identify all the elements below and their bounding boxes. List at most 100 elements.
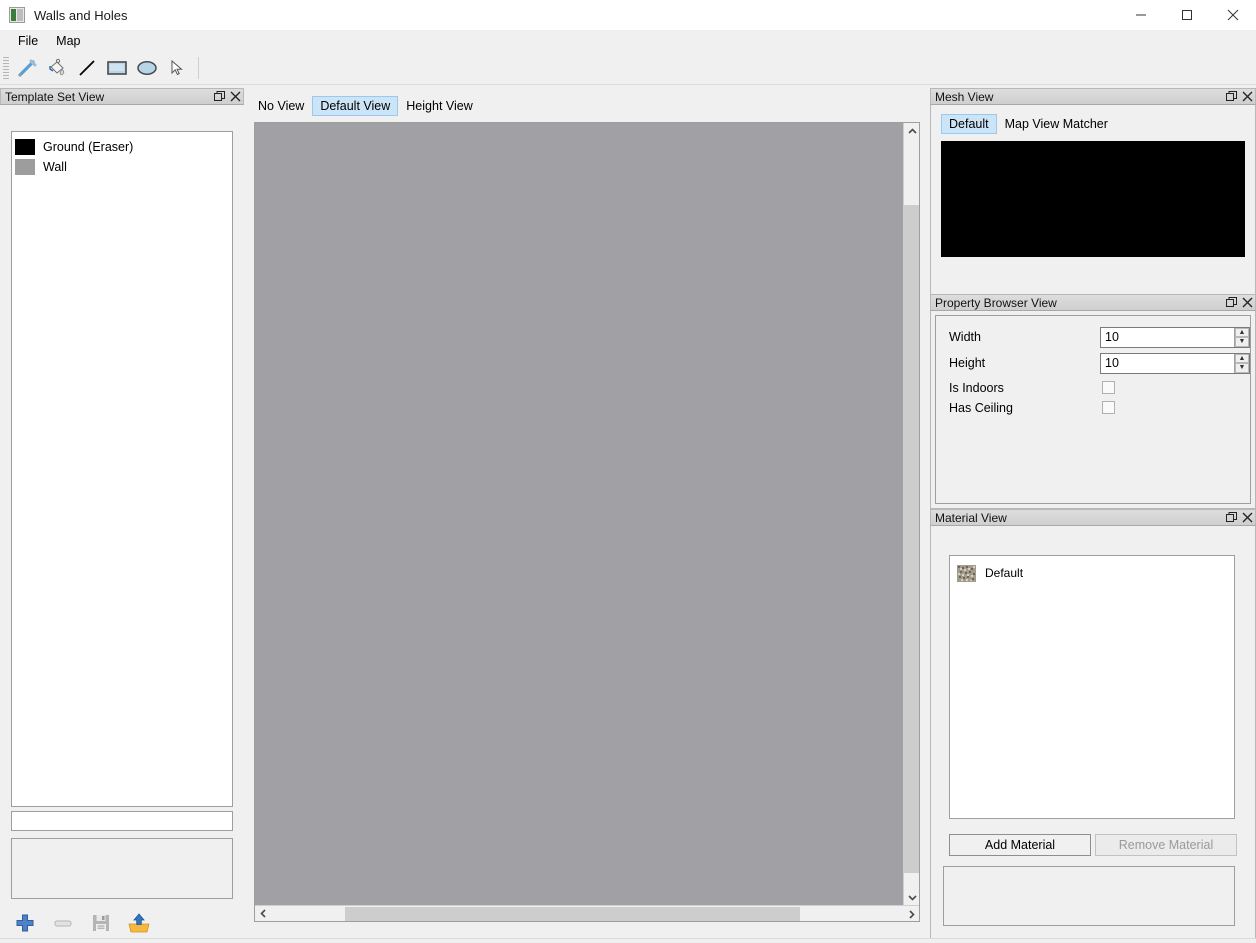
width-spinbox[interactable]: 10 ▲ ▼	[1100, 326, 1250, 348]
remove-material-button: Remove Material	[1095, 834, 1237, 856]
close-icon[interactable]	[1239, 89, 1255, 104]
add-material-button[interactable]: Add Material	[949, 834, 1091, 856]
spinner-down-icon[interactable]: ▼	[1235, 363, 1249, 373]
chevron-down-icon[interactable]	[904, 889, 920, 905]
list-item-label: Wall	[43, 160, 67, 174]
vertical-scrollbar[interactable]	[903, 123, 919, 905]
mesh-view-header: Mesh View	[930, 88, 1256, 105]
close-icon[interactable]	[1239, 295, 1255, 310]
window-title: Walls and Holes	[34, 7, 128, 23]
horizontal-scrollbar-thumb[interactable]	[345, 907, 800, 921]
property-label-has-ceiling: Has Ceiling	[949, 401, 1013, 415]
template-name-input[interactable]	[11, 811, 233, 831]
material-button-row: Add Material Remove Material	[949, 834, 1237, 856]
toolbar-separator	[198, 57, 199, 79]
minus-icon[interactable]	[49, 910, 77, 936]
ellipse-icon[interactable]	[132, 54, 162, 82]
toolbar-grip[interactable]	[3, 57, 9, 79]
material-list[interactable]: Default	[949, 555, 1235, 819]
table-row: Height 10 ▲ ▼	[936, 352, 1252, 374]
map-canvas[interactable]	[255, 123, 903, 905]
template-list[interactable]: Ground (Eraser) Wall	[11, 131, 233, 807]
property-label-height: Height	[949, 356, 986, 370]
map-canvas-container	[254, 122, 920, 922]
list-item-label: Default	[985, 566, 1024, 580]
close-icon[interactable]	[1210, 0, 1256, 30]
paint-bucket-icon[interactable]	[42, 54, 72, 82]
mesh-viewport[interactable]	[941, 141, 1245, 257]
material-view-header: Material View	[930, 509, 1256, 526]
maximize-icon[interactable]	[1164, 0, 1210, 30]
minimize-icon[interactable]	[1118, 0, 1164, 30]
list-item[interactable]: Default	[950, 556, 1234, 584]
menu-bar: File Map	[0, 30, 1256, 52]
line-icon[interactable]	[72, 54, 102, 82]
spinner-buttons[interactable]: ▲ ▼	[1234, 353, 1249, 373]
spinner-buttons[interactable]: ▲ ▼	[1234, 327, 1249, 347]
spinner-up-icon[interactable]: ▲	[1235, 327, 1249, 337]
mesh-view-tab-bar: Default Map View Matcher	[941, 114, 1116, 134]
menu-item-file[interactable]: File	[9, 32, 47, 50]
plus-icon[interactable]	[11, 910, 39, 936]
float-icon[interactable]	[1223, 89, 1239, 104]
property-browser-view-header: Property Browser View	[930, 294, 1256, 311]
template-detail-box	[11, 838, 233, 899]
chevron-up-icon[interactable]	[904, 123, 920, 139]
map-editor-area: No View Default View Height View	[250, 88, 926, 938]
tab-default[interactable]: Default	[941, 114, 997, 134]
list-item-label: Ground (Eraser)	[43, 140, 134, 154]
floppy-disk-icon[interactable]	[87, 910, 115, 936]
material-view-title: Material View	[935, 510, 1007, 525]
list-item[interactable]: Ground (Eraser)	[12, 137, 232, 157]
mesh-view-body: Default Map View Matcher	[930, 105, 1256, 296]
tab-height-view[interactable]: Height View	[398, 96, 480, 116]
color-swatch	[15, 139, 35, 155]
template-set-view-body: Ground (Eraser) Wall	[0, 105, 244, 938]
property-label-width: Width	[949, 330, 981, 344]
property-browser-view-body: Width 10 ▲ ▼ Height 10 ▲ ▼ Is Indoors Ha…	[930, 311, 1256, 509]
material-view-panel: Material View Default Add Material Remov…	[930, 509, 1256, 943]
material-view-body: Default Add Material Remove Material	[930, 526, 1256, 943]
float-icon[interactable]	[1223, 295, 1239, 310]
table-row: Is Indoors	[936, 377, 1252, 399]
template-set-view-title: Template Set View	[5, 89, 105, 104]
rectangle-icon[interactable]	[102, 54, 132, 82]
material-detail-box	[943, 866, 1235, 926]
has-ceiling-checkbox[interactable]	[1102, 401, 1115, 414]
height-spinbox[interactable]: 10 ▲ ▼	[1100, 352, 1250, 374]
spinner-down-icon[interactable]: ▼	[1235, 337, 1249, 347]
paintbrush-icon[interactable]	[12, 54, 42, 82]
open-tray-icon[interactable]	[125, 910, 153, 936]
vertical-scrollbar-thumb[interactable]	[904, 205, 919, 873]
float-icon[interactable]	[1223, 510, 1239, 525]
template-set-view-panel: Template Set View Ground (Eraser) Wall	[0, 88, 244, 938]
horizontal-scrollbar[interactable]	[255, 905, 919, 921]
color-swatch	[15, 159, 35, 175]
mesh-view-panel: Mesh View Default Map View Matcher	[930, 88, 1256, 296]
tab-default-view[interactable]: Default View	[312, 95, 399, 116]
list-item[interactable]: Wall	[12, 157, 232, 177]
tool-bar	[0, 52, 1256, 85]
chevron-left-icon[interactable]	[255, 906, 271, 922]
close-icon[interactable]	[1239, 510, 1255, 525]
close-icon[interactable]	[227, 89, 243, 104]
chevron-right-icon[interactable]	[903, 906, 919, 922]
spinner-up-icon[interactable]: ▲	[1235, 353, 1249, 363]
cursor-arrow-icon[interactable]	[162, 54, 192, 82]
noise-texture-thumb	[957, 564, 976, 582]
template-set-view-header: Template Set View	[0, 88, 244, 105]
property-browser-view-panel: Property Browser View Width 10 ▲ ▼ Heigh…	[930, 294, 1256, 509]
status-bar	[0, 938, 1256, 943]
menu-item-map[interactable]: Map	[47, 32, 89, 50]
tab-no-view[interactable]: No View	[250, 96, 312, 116]
application-window: Walls and Holes File Map Template Set Vi…	[0, 0, 1256, 943]
template-tool-row	[11, 909, 233, 937]
table-row: Width 10 ▲ ▼	[936, 326, 1252, 348]
table-row: Has Ceiling	[936, 397, 1252, 419]
app-icon	[9, 7, 25, 23]
is-indoors-checkbox[interactable]	[1102, 381, 1115, 394]
view-tab-bar: No View Default View Height View	[250, 95, 481, 116]
float-icon[interactable]	[211, 89, 227, 104]
tab-map-view-matcher[interactable]: Map View Matcher	[997, 114, 1116, 134]
width-value: 10	[1105, 330, 1119, 344]
